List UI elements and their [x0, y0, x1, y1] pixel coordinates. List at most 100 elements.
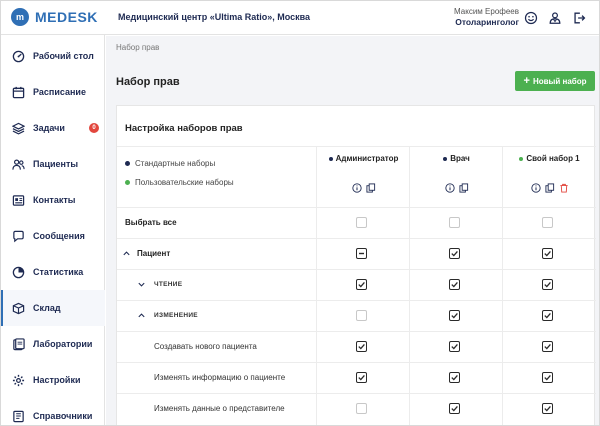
checked-checkbox[interactable] [542, 279, 553, 290]
sidebar-item-contacts[interactable]: Контакты [1, 182, 105, 218]
sidebar-item-dashboard[interactable]: Рабочий стол [1, 38, 105, 74]
legend-standard-label: Стандартные наборы [135, 159, 216, 168]
logout-icon[interactable] [571, 10, 587, 26]
user-name: Максим Ерофеев [454, 7, 519, 16]
chevron-down-icon[interactable] [136, 279, 146, 289]
sidebar-item-label: Склад [33, 303, 61, 313]
unchecked-checkbox[interactable] [356, 403, 367, 414]
smile-icon[interactable] [523, 10, 539, 26]
info-icon[interactable] [530, 182, 541, 193]
chevron-up-icon[interactable] [121, 248, 131, 258]
table-row: ЧТЕНИЕ [117, 269, 596, 300]
checked-checkbox[interactable] [542, 248, 553, 259]
table-row: Изменять информацию о пациенте [117, 362, 596, 393]
sidebar-item-laboratories[interactable]: Лаборатории [1, 326, 105, 362]
sidebar-item-tasks[interactable]: Задачи 0 [1, 110, 105, 146]
sidebar-item-schedule[interactable]: Расписание [1, 74, 105, 110]
checked-checkbox[interactable] [356, 372, 367, 383]
sidebar-item-label: Контакты [33, 195, 76, 205]
logo[interactable]: m MEDESK [11, 8, 98, 26]
checked-checkbox[interactable] [449, 341, 460, 352]
unchecked-checkbox[interactable] [356, 217, 367, 228]
chevron-up-icon[interactable] [136, 310, 146, 320]
sidebar-item-settings[interactable]: Настройки [1, 362, 105, 398]
row-label: Изменять информацию о пациенте [154, 373, 286, 382]
checked-checkbox[interactable] [449, 279, 460, 290]
plus-icon: + [523, 75, 530, 87]
sidebar: Рабочий стол Расписание Задачи 0 Пациент… [1, 35, 105, 425]
sidebar-item-label: Настройки [33, 375, 81, 385]
table-row: Пациент [117, 238, 596, 269]
pie-chart-icon [12, 266, 25, 278]
layers-icon [12, 122, 25, 135]
sidebar-item-label: Сообщения [33, 231, 85, 241]
table-row: ИЗМЕНЕНИЕ [117, 300, 596, 331]
breadcrumb[interactable]: Набор прав [116, 43, 159, 52]
chat-icon [13, 230, 24, 242]
clinic-name[interactable]: Медицинский центр «Ultima Ratio», Москва [118, 12, 310, 22]
checked-checkbox[interactable] [449, 372, 460, 383]
unchecked-checkbox[interactable] [356, 310, 367, 321]
checked-checkbox[interactable] [542, 310, 553, 321]
copy-icon[interactable] [544, 182, 555, 193]
standard-dot-icon [443, 156, 448, 161]
checked-checkbox[interactable] [356, 341, 367, 352]
user-info[interactable]: Максим Ерофеев Отоларинголог [454, 6, 519, 28]
top-bar: m MEDESK Медицинский центр «Ultima Ratio… [1, 1, 599, 35]
sidebar-item-label: Справочники [33, 411, 93, 421]
card-divider [117, 146, 596, 147]
legend-standard: Стандартные наборы [125, 159, 215, 168]
book-icon [13, 410, 24, 422]
permissions-card: Настройка наборов прав Стандартные набор… [116, 105, 596, 425]
page-title: Набор прав [116, 76, 180, 88]
sidebar-item-messages[interactable]: Сообщения [1, 218, 105, 254]
user-badge-icon[interactable] [547, 10, 563, 26]
new-set-button-label: Новый набор [532, 76, 587, 86]
custom-dot-icon [519, 156, 524, 161]
table-row: Создавать нового пациента [117, 331, 596, 362]
row-label: Создавать нового пациента [154, 342, 257, 351]
checked-checkbox[interactable] [542, 341, 553, 352]
column-actions-doctor [410, 182, 503, 193]
standard-dot-icon [328, 156, 333, 161]
column-header-admin: Администратор [317, 154, 410, 163]
trash-icon[interactable] [558, 182, 569, 193]
calendar-icon [12, 86, 25, 98]
partial-checkbox[interactable] [356, 248, 367, 259]
checked-checkbox[interactable] [449, 403, 460, 414]
gear-icon [12, 374, 25, 386]
dashboard-icon [12, 50, 25, 62]
copy-icon[interactable] [365, 182, 376, 193]
column-header-label: Врач [450, 154, 470, 163]
sidebar-item-references[interactable]: Справочники [1, 398, 105, 425]
info-icon[interactable] [351, 182, 362, 193]
sidebar-item-label: Задачи [33, 123, 65, 133]
sidebar-item-statistics[interactable]: Статистика [1, 254, 105, 290]
sidebar-item-patients[interactable]: Пациенты [1, 146, 105, 182]
sidebar-item-label: Расписание [33, 87, 86, 97]
sidebar-item-label: Статистика [33, 267, 84, 277]
sidebar-item-label: Лаборатории [33, 339, 93, 349]
sidebar-item-warehouse[interactable]: Склад [1, 290, 105, 326]
column-actions-custom-set [503, 182, 596, 193]
info-icon[interactable] [444, 182, 455, 193]
sidebar-item-label: Рабочий стол [33, 51, 94, 61]
tasks-count-badge: 0 [89, 123, 99, 133]
checked-checkbox[interactable] [449, 310, 460, 321]
unchecked-checkbox[interactable] [449, 217, 460, 228]
column-header-custom-set: Свой набор 1 [503, 154, 596, 163]
checked-checkbox[interactable] [449, 248, 460, 259]
table-row: Выбрать все [117, 207, 596, 238]
row-label: Выбрать все [125, 218, 177, 227]
logo-mark-icon: m [11, 8, 29, 26]
checked-checkbox[interactable] [542, 372, 553, 383]
row-label: ИЗМЕНЕНИЕ [154, 312, 198, 319]
unchecked-checkbox[interactable] [542, 217, 553, 228]
checked-checkbox[interactable] [356, 279, 367, 290]
app-window: m MEDESK Медицинский центр «Ultima Ratio… [0, 0, 600, 426]
copy-icon[interactable] [458, 182, 469, 193]
checked-checkbox[interactable] [542, 403, 553, 414]
row-label: Изменять данные о представителе [154, 404, 285, 413]
new-set-button[interactable]: + Новый набор [515, 71, 595, 91]
row-label: Пациент [137, 249, 171, 258]
